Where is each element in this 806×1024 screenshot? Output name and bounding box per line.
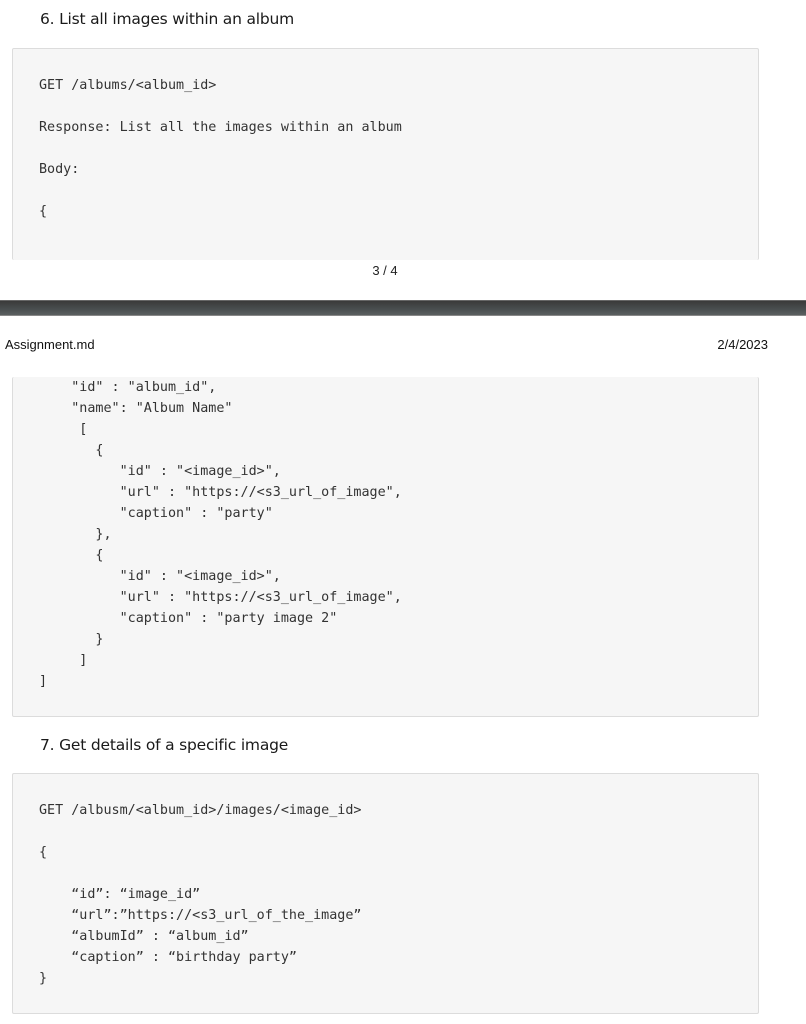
code-line: [: [39, 422, 88, 437]
code-block-list-images-continued: "id" : "album_id", "name": "Album Name" …: [12, 377, 759, 717]
code-line: Response: List all the images within an …: [39, 120, 402, 135]
code-line: “url”:”https://<s3_url_of_the_image”: [39, 908, 362, 923]
code-line: },: [39, 527, 112, 542]
code-line: "id" : "album_id",: [39, 380, 217, 395]
code-line: {: [39, 845, 48, 860]
code-line: “albumId” : “album_id”: [39, 929, 249, 944]
code-line: "name": "Album Name": [39, 401, 233, 416]
code-line: "caption" : "party": [39, 506, 273, 521]
code-block-list-images: GET /albums/<album_id> Response: List al…: [12, 48, 759, 260]
code-line: ]: [39, 653, 88, 668]
document-date: 2/4/2023: [717, 337, 768, 352]
code-line: "caption" : "party image 2": [39, 611, 338, 626]
code-line: {: [39, 443, 104, 458]
code-line: Body:: [39, 162, 80, 177]
page-number: 3 / 4: [372, 263, 398, 278]
code-line: “id”: “image_id”: [39, 887, 201, 902]
page-separator: [0, 300, 806, 316]
section-7-heading: 7. Get details of a specific image: [40, 736, 289, 754]
code-line: {: [39, 204, 48, 219]
code-line: GET /albums/<album_id>: [39, 78, 217, 93]
page-3: 6. List all images within an album GET /…: [0, 0, 806, 298]
code-line: “caption” : “birthday party”: [39, 950, 297, 965]
code-line: "id" : "<image_id>",: [39, 569, 281, 584]
code-line: }: [39, 971, 48, 986]
code-line: ]: [39, 674, 48, 689]
code-line: "id" : "<image_id>",: [39, 464, 281, 479]
code-line: }: [39, 632, 104, 647]
code-block-image-details: GET /albusm/<album_id>/images/<image_id>…: [12, 773, 759, 1014]
code-line: "url" : "https://<s3_url_of_image",: [39, 485, 402, 500]
section-6-heading: 6. List all images within an album: [40, 10, 295, 28]
code-line: "url" : "https://<s3_url_of_image",: [39, 590, 402, 605]
code-line: GET /albusm/<album_id>/images/<image_id>: [39, 803, 362, 818]
code-line: {: [39, 548, 104, 563]
document-file-name: Assignment.md: [5, 337, 95, 352]
